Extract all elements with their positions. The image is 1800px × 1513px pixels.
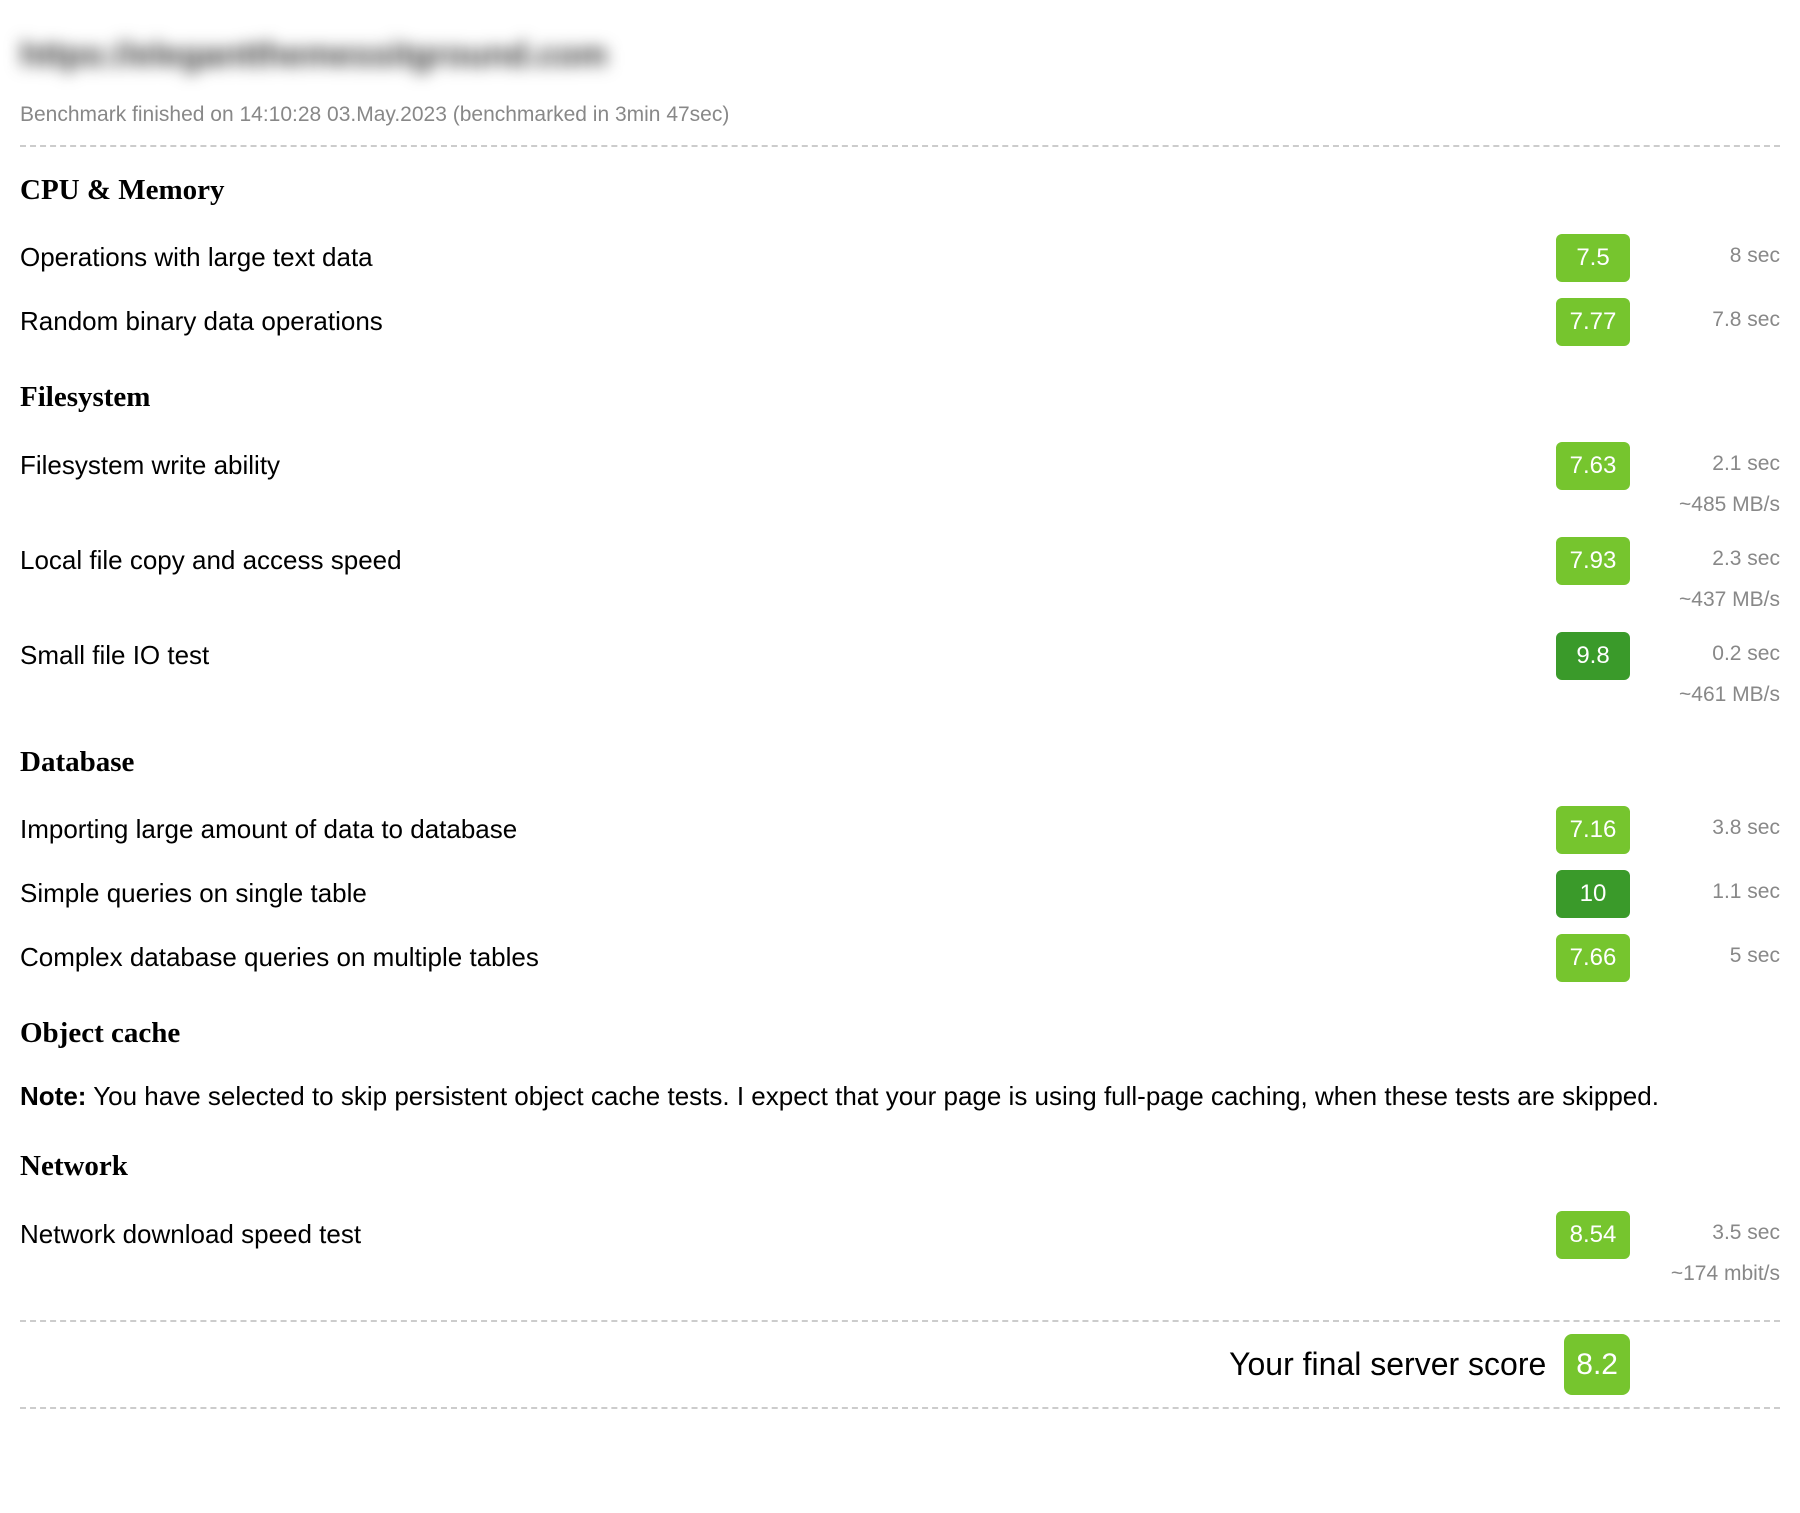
test-row: Network download speed test 8.54 3.5 sec… xyxy=(20,1211,1780,1290)
test-detail: 8 sec xyxy=(1630,234,1780,272)
section-filesystem: Filesystem Filesystem write ability 7.63… xyxy=(20,376,1780,711)
test-detail: 1.1 sec xyxy=(1630,870,1780,908)
object-cache-note: Note: You have selected to skip persiste… xyxy=(20,1078,1780,1116)
blurred-url: https://elegantthemessitground.com xyxy=(20,30,1780,81)
test-detail: 0.2 sec~461 MB/s xyxy=(1630,632,1780,711)
section-title: Filesystem xyxy=(20,376,1780,420)
section-network: Network Network download speed test 8.54… xyxy=(20,1145,1780,1290)
divider xyxy=(20,145,1780,147)
test-row: Operations with large text data 7.5 8 se… xyxy=(20,234,1780,282)
test-row: Filesystem write ability 7.63 2.1 sec~48… xyxy=(20,442,1780,521)
test-score-badge: 7.77 xyxy=(1556,298,1630,346)
test-detail: 2.3 sec~437 MB/s xyxy=(1630,537,1780,616)
section-title: CPU & Memory xyxy=(20,169,1780,213)
section-title: Network xyxy=(20,1145,1780,1189)
test-score-badge: 7.63 xyxy=(1556,442,1630,490)
test-row: Simple queries on single table 10 1.1 se… xyxy=(20,870,1780,918)
test-detail: 2.1 sec~485 MB/s xyxy=(1630,442,1780,521)
section-title: Object cache xyxy=(20,1012,1780,1056)
test-label: Operations with large text data xyxy=(20,234,1544,277)
test-score-badge: 7.5 xyxy=(1556,234,1630,282)
section-object-cache: Object cache Note: You have selected to … xyxy=(20,1012,1780,1115)
test-label: Importing large amount of data to databa… xyxy=(20,806,1544,849)
test-detail: 3.5 sec~174 mbit/s xyxy=(1630,1211,1780,1290)
test-row: Importing large amount of data to databa… xyxy=(20,806,1780,854)
test-label: Simple queries on single table xyxy=(20,870,1544,913)
test-score-badge: 9.8 xyxy=(1556,632,1630,680)
test-label: Small file IO test xyxy=(20,632,1544,675)
test-score-badge: 7.66 xyxy=(1556,934,1630,982)
test-detail: 5 sec xyxy=(1630,934,1780,972)
benchmark-meta: Benchmark finished on 14:10:28 03.May.20… xyxy=(20,99,1780,131)
test-score-badge: 7.93 xyxy=(1556,537,1630,585)
final-score-row: Your final server score 8.2 xyxy=(20,1322,1780,1407)
test-row: Small file IO test 9.8 0.2 sec~461 MB/s xyxy=(20,632,1780,711)
test-score-badge: 10 xyxy=(1556,870,1630,918)
final-score-badge: 8.2 xyxy=(1564,1334,1630,1395)
final-score-label: Your final server score xyxy=(1229,1340,1546,1388)
section-cpu-memory: CPU & Memory Operations with large text … xyxy=(20,169,1780,347)
test-label: Filesystem write ability xyxy=(20,442,1544,485)
test-label: Network download speed test xyxy=(20,1211,1544,1254)
divider xyxy=(20,1407,1780,1409)
note-body: You have selected to skip persistent obj… xyxy=(86,1081,1659,1111)
test-detail: 3.8 sec xyxy=(1630,806,1780,844)
test-score-badge: 7.16 xyxy=(1556,806,1630,854)
test-row: Complex database queries on multiple tab… xyxy=(20,934,1780,982)
test-row: Local file copy and access speed 7.93 2.… xyxy=(20,537,1780,616)
test-detail: 7.8 sec xyxy=(1630,298,1780,336)
test-label: Local file copy and access speed xyxy=(20,537,1544,580)
section-database: Database Importing large amount of data … xyxy=(20,741,1780,983)
section-title: Database xyxy=(20,741,1780,785)
note-prefix: Note: xyxy=(20,1081,86,1111)
test-label: Random binary data operations xyxy=(20,298,1544,341)
test-label: Complex database queries on multiple tab… xyxy=(20,934,1544,977)
test-score-badge: 8.54 xyxy=(1556,1211,1630,1259)
test-row: Random binary data operations 7.77 7.8 s… xyxy=(20,298,1780,346)
